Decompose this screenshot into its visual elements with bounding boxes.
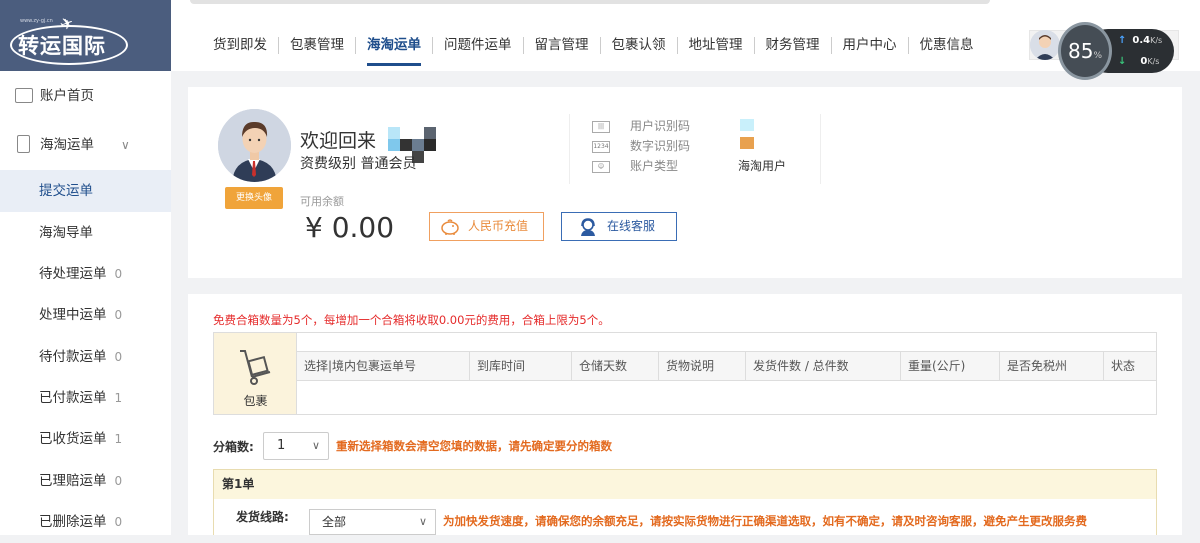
- upload-speed: ↑ 0.4K/s: [1118, 35, 1163, 46]
- barcode-icon: |||: [592, 121, 610, 133]
- document-icon: [17, 135, 30, 153]
- logo-text: 转运国际: [18, 34, 106, 58]
- col-ship-count: 发货件数 / 总件数: [746, 352, 901, 380]
- merge-box-notice: 免费合箱数量为5个，每增加一个合箱将收取0.00元的费用，合箱上限为5个。: [213, 313, 610, 327]
- claimed-count: 0: [114, 474, 123, 488]
- col-select-tracking[interactable]: 选择|境内包裹运单号: [297, 352, 470, 380]
- col-arrival-time: 到库时间: [470, 352, 572, 380]
- businessman-avatar-icon: [218, 109, 291, 182]
- col-storage-days: 仓储天数: [572, 352, 659, 380]
- balance-value: ¥ 0.00: [305, 211, 395, 244]
- sidebar-item-claimed[interactable]: 已理赔运单 0: [0, 460, 171, 502]
- chevron-down-icon: ∨: [418, 515, 427, 528]
- nav-item-user-center[interactable]: 用户中心: [832, 37, 909, 54]
- pending-count: 0: [114, 267, 123, 281]
- sidebar-item-haitao-orders[interactable]: 海淘运单 ∨: [0, 124, 171, 166]
- chevron-down-icon: ∨: [311, 439, 320, 452]
- sidebar-item-deleted[interactable]: 已删除运单 0: [0, 501, 171, 543]
- change-avatar-button[interactable]: 更换头像: [225, 187, 283, 209]
- arrow-down-icon: ↓: [1118, 56, 1127, 67]
- hand-truck-icon: [240, 350, 271, 385]
- nav-item-finance[interactable]: 财务管理: [755, 37, 832, 54]
- nav-item-haitao-orders[interactable]: 海淘运单: [356, 37, 433, 66]
- sidebar-item-processing[interactable]: 处理中运单 0: [0, 294, 171, 336]
- order-box-1: 第1单 发货线路: 全部 ∨ 为加快发货速度，请确保您的余额充足，请按实际货物进…: [213, 469, 1157, 535]
- package-label: 包裹: [243, 394, 268, 408]
- nav-item-messages[interactable]: 留言管理: [524, 37, 601, 54]
- route-label: 发货线路:: [236, 510, 289, 524]
- table-header: 选择|境内包裹运单号 到库时间 仓储天数 货物说明 发货件数 / 总件数 重量(…: [297, 351, 1156, 381]
- piggy-bank-icon: [441, 219, 459, 235]
- logo[interactable]: www.zy-gj.cn ✈ 转运国际: [0, 0, 171, 71]
- sidebar: 账户首页 海淘运单 ∨ 提交运单 海淘导单 待处理运单 0 处理中运单 0 待付款运…: [0, 71, 171, 535]
- sidebar-item-submit-order[interactable]: 提交运单: [0, 170, 171, 212]
- network-speed-widget: 85% ↑ 0.4K/s ↓ 0K/s: [1058, 22, 1174, 80]
- account-type-icon: ☺: [592, 161, 610, 173]
- browser-top-strip: [170, 0, 1200, 12]
- customer-service-icon: [581, 218, 595, 236]
- welcome-text: 欢迎回来: [300, 130, 377, 152]
- order-form-card: 免费合箱数量为5个，每增加一个合箱将收取0.00元的费用，合箱上限为5个。 包裹…: [188, 294, 1182, 535]
- header-avatar[interactable]: [1030, 30, 1060, 60]
- package-table: 包裹 选择|境内包裹运单号 到库时间 仓储天数 货物说明 发货件数 / 总件数 …: [213, 332, 1157, 415]
- fee-level: 资费级别 普通会员: [300, 156, 417, 172]
- deleted-count: 0: [114, 515, 123, 529]
- nav-item-address[interactable]: 地址管理: [678, 37, 755, 54]
- user-avatar-icon: [1030, 30, 1060, 60]
- sidebar-item-unpaid[interactable]: 待付款运单 0: [0, 336, 171, 378]
- sidebar-item-received[interactable]: 已收货运单 1: [0, 418, 171, 460]
- col-goods-desc: 货物说明: [659, 352, 746, 380]
- nav-item-package-claim[interactable]: 包裹认领: [601, 37, 678, 54]
- order-box-title: 第1单: [214, 470, 1156, 499]
- processing-count: 0: [114, 308, 123, 322]
- chevron-down-icon: ∨: [121, 138, 130, 152]
- arrow-up-icon: ↑: [1118, 35, 1127, 46]
- top-nav: 货到即发 包裹管理 海淘运单 问题件运单 留言管理 包裹认领 地址管理 财务管理…: [213, 37, 985, 66]
- nav-item-package-manage[interactable]: 包裹管理: [279, 37, 356, 54]
- col-tax-free-state: 是否免税州: [1000, 352, 1104, 380]
- sidebar-item-pending[interactable]: 待处理运单 0: [0, 253, 171, 295]
- nav-item-problem-orders[interactable]: 问题件运单: [433, 37, 524, 54]
- number-code-icon: 1234: [592, 141, 610, 153]
- sidebar-item-account-home[interactable]: 账户首页: [0, 75, 171, 117]
- online-service-button[interactable]: 在线客服: [561, 212, 677, 241]
- package-label-cell: 包裹: [214, 333, 297, 414]
- account-info: ||| 用户识别码 1234 数字识别码 ☺ 账户类型 海淘用户: [569, 114, 821, 184]
- route-warning: 为加快发货速度，请确保您的余额充足，请按实际货物进行正确渠道选取，如有不确定，请…: [443, 514, 1087, 528]
- split-count-select[interactable]: 1 ∨: [263, 432, 329, 460]
- col-status: 状态: [1111, 359, 1136, 373]
- nav-item-promotions[interactable]: 优惠信息: [909, 37, 985, 54]
- profile-avatar: [218, 109, 291, 182]
- sidebar-item-import-order[interactable]: 海淘导单: [0, 212, 171, 254]
- received-count: 1: [114, 432, 123, 446]
- profile-card: 更换头像 欢迎回来 资费级别 普通会员 可用余额 ¥ 0.00 人民币充值 在线…: [188, 87, 1182, 278]
- rmb-recharge-button[interactable]: 人民币充值: [429, 212, 544, 241]
- nav-item-arrive-ship[interactable]: 货到即发: [213, 37, 279, 54]
- balance-label: 可用余额: [300, 195, 344, 208]
- browser-scrollbar: [190, 0, 990, 4]
- memory-percent: 85%: [1058, 22, 1112, 80]
- sidebar-item-paid[interactable]: 已付款运单 1: [0, 377, 171, 419]
- download-speed: ↓ 0K/s: [1118, 56, 1160, 67]
- logo-url: www.zy-gj.cn: [20, 18, 53, 24]
- route-select[interactable]: 全部 ∨: [309, 509, 436, 535]
- split-count-label: 分箱数:: [213, 440, 254, 454]
- unpaid-count: 0: [114, 350, 123, 364]
- id-card-icon: [15, 88, 33, 103]
- split-warning: 重新选择箱数会清空您填的数据，请先确定要分的箱数: [336, 439, 612, 453]
- paid-count: 1: [114, 391, 123, 405]
- col-weight: 重量(公斤): [901, 352, 1000, 380]
